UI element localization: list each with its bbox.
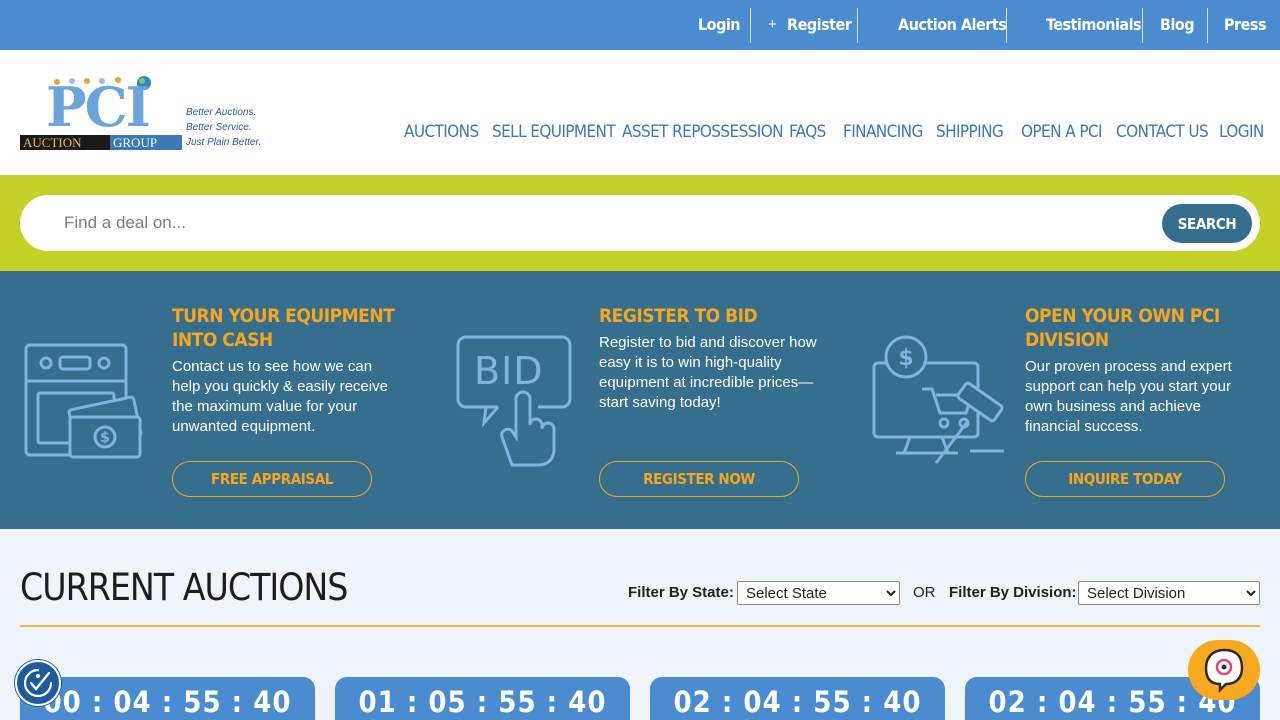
nav-faqs[interactable]: FAQS bbox=[789, 122, 826, 142]
promo-title: TURN YOUR EQUIPMENT INTO CASH bbox=[172, 305, 395, 351]
promo-text: Our proven process and expert support ca… bbox=[1025, 358, 1232, 435]
divider bbox=[750, 8, 751, 43]
auction-card[interactable]: 02 : 04 : 55 : 40 bbox=[650, 677, 945, 720]
nav-contact-us[interactable]: CONTACT US bbox=[1116, 122, 1209, 142]
search-band: SEARCH bbox=[0, 175, 1280, 271]
search-box: SEARCH bbox=[20, 195, 1260, 251]
nav-shipping[interactable]: SHIPPING bbox=[936, 122, 1004, 142]
svg-text:$: $ bbox=[898, 346, 913, 371]
online-auction-icon: $ bbox=[872, 335, 1004, 464]
top-auction-alerts-link[interactable]: Auction Alerts bbox=[898, 0, 1007, 50]
logo-sub-left: AUCTION bbox=[23, 135, 82, 150]
filter-division-label: Filter By Division: bbox=[949, 584, 1077, 601]
section-divider bbox=[20, 625, 1260, 627]
top-register-link[interactable]: Register bbox=[787, 0, 852, 50]
pci-logo[interactable]: PCI AUCTION GROUP Better Auctions. Bette… bbox=[20, 75, 280, 155]
promo-band: $ TURN YOUR EQUIPMENT INTO CASH Contact … bbox=[0, 271, 1280, 529]
promo-text: Register to bid and discover how easy it… bbox=[599, 334, 817, 411]
nav-auctions[interactable]: AUCTIONS bbox=[404, 122, 479, 142]
logo-tagline: Just Plain Better. bbox=[186, 137, 262, 148]
inquire-today-button[interactable]: INQUIRE TODAY bbox=[1025, 461, 1225, 497]
promo-title: REGISTER TO BID bbox=[599, 305, 758, 327]
auction-card[interactable]: 01 : 05 : 55 : 40 bbox=[335, 677, 630, 720]
logo-sub-right: GROUP bbox=[113, 135, 158, 150]
logo-brand: PCI bbox=[46, 75, 151, 139]
state-select[interactable]: Select State bbox=[737, 581, 900, 605]
nav-financing[interactable]: FINANCING bbox=[843, 122, 923, 142]
or-label: OR bbox=[913, 584, 936, 601]
top-login-link[interactable]: Login bbox=[698, 0, 741, 50]
svg-text:$: $ bbox=[100, 430, 110, 446]
section-title: CURRENT AUCTIONS bbox=[20, 566, 348, 609]
nav-open-a-pci[interactable]: OPEN A PCI bbox=[1021, 122, 1103, 142]
promo-title: OPEN YOUR OWN PCI DIVISION bbox=[1025, 305, 1220, 351]
countdown-timer: 02 : 04 : 55 : 40 bbox=[673, 685, 922, 719]
divider bbox=[1142, 8, 1143, 43]
equipment-cash-icon: $ bbox=[24, 343, 143, 459]
countdown-timer: 01 : 05 : 55 : 40 bbox=[358, 685, 607, 719]
nav-login[interactable]: LOGIN bbox=[1219, 122, 1264, 142]
chat-button[interactable] bbox=[1188, 640, 1260, 700]
top-testimonials-link[interactable]: Testimonials bbox=[1046, 0, 1142, 50]
division-select[interactable]: Select Division bbox=[1078, 581, 1260, 605]
top-blog-link[interactable]: Blog bbox=[1160, 0, 1195, 50]
promo-text: Contact us to see how we can help you qu… bbox=[172, 358, 388, 435]
register-now-button[interactable]: REGISTER NOW bbox=[599, 461, 799, 497]
accessibility-icon bbox=[23, 668, 53, 698]
search-button[interactable]: SEARCH bbox=[1162, 204, 1252, 243]
divider bbox=[857, 8, 858, 43]
top-press-link[interactable]: Press bbox=[1224, 0, 1267, 50]
top-bar: Login + Register Auction Alerts Testimon… bbox=[0, 0, 1280, 50]
logo-tagline: Better Auctions. bbox=[186, 107, 257, 118]
divider bbox=[1207, 8, 1208, 43]
free-appraisal-button[interactable]: FREE APPRAISAL bbox=[172, 461, 372, 497]
accessibility-button[interactable] bbox=[15, 660, 61, 706]
filter-state-label: Filter By State: bbox=[628, 584, 734, 601]
divider bbox=[1006, 8, 1007, 43]
site-header: PCI AUCTION GROUP Better Auctions. Bette… bbox=[0, 50, 1280, 175]
auction-card[interactable]: 00 : 04 : 55 : 40 bbox=[20, 677, 315, 720]
chat-icon bbox=[1204, 648, 1244, 694]
nav-asset-repossession[interactable]: ASSET REPOSSESSION bbox=[622, 122, 784, 142]
nav-sell-equipment[interactable]: SELL EQUIPMENT bbox=[492, 122, 616, 142]
logo-tagline: Better Service. bbox=[186, 122, 252, 133]
countdown-timer: 00 : 04 : 55 : 40 bbox=[43, 685, 292, 719]
bid-icon-text: BID bbox=[474, 349, 544, 393]
plus-icon: + bbox=[768, 16, 777, 33]
search-input[interactable] bbox=[64, 209, 1144, 237]
